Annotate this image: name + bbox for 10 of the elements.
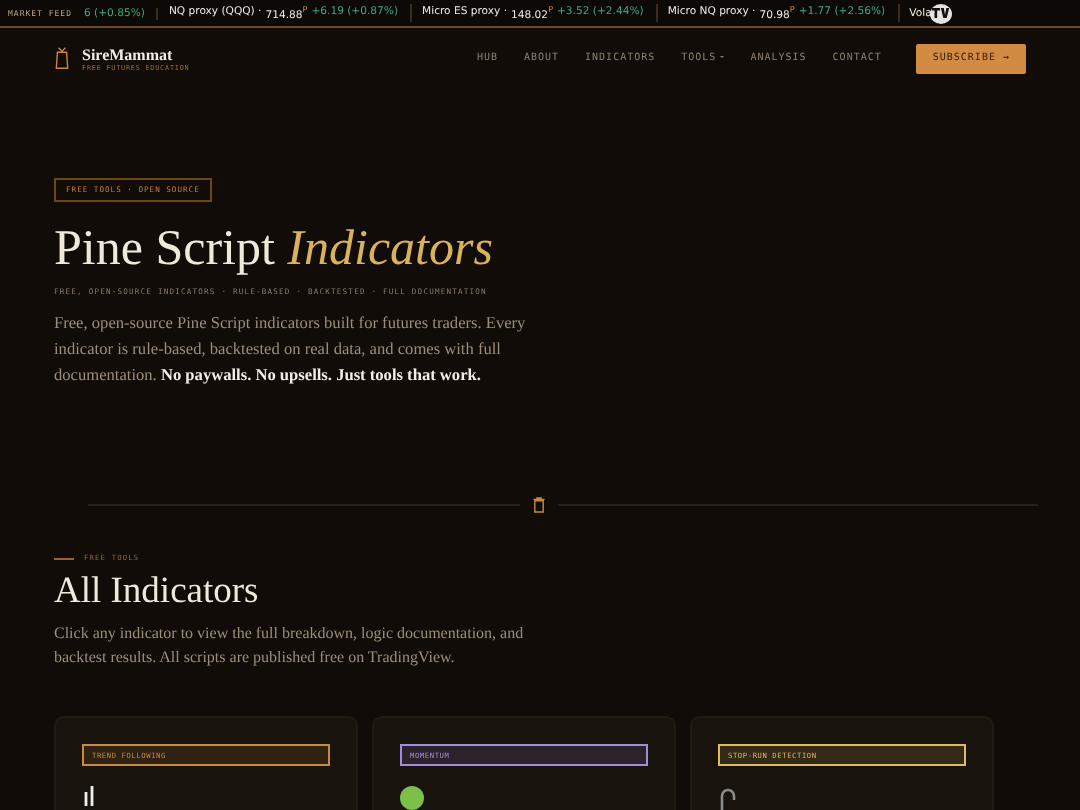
brand-name[interactable]: SireMammat: [82, 45, 190, 63]
hook-icon: [718, 786, 738, 810]
page-title: Pine Script Indicators: [54, 222, 495, 278]
circle-icon: [400, 786, 424, 810]
lantern-icon: [54, 46, 70, 70]
section-title: All Indicators: [54, 570, 261, 614]
hero-description: Free, open-source Pine Script indicators built for futures traders. Every indicator is rule-based, backtested on real data, and comes with full documentation. No paywalls. No upsells. Just tools that work.: [54, 312, 528, 388]
trash-icon: [532, 496, 546, 514]
section-description: Click any indicator to view the full breakdown, logic documentation, and backtest results. All scripts are published free on TradingView.: [54, 622, 526, 670]
badge-icon[interactable]: [929, 3, 952, 23]
